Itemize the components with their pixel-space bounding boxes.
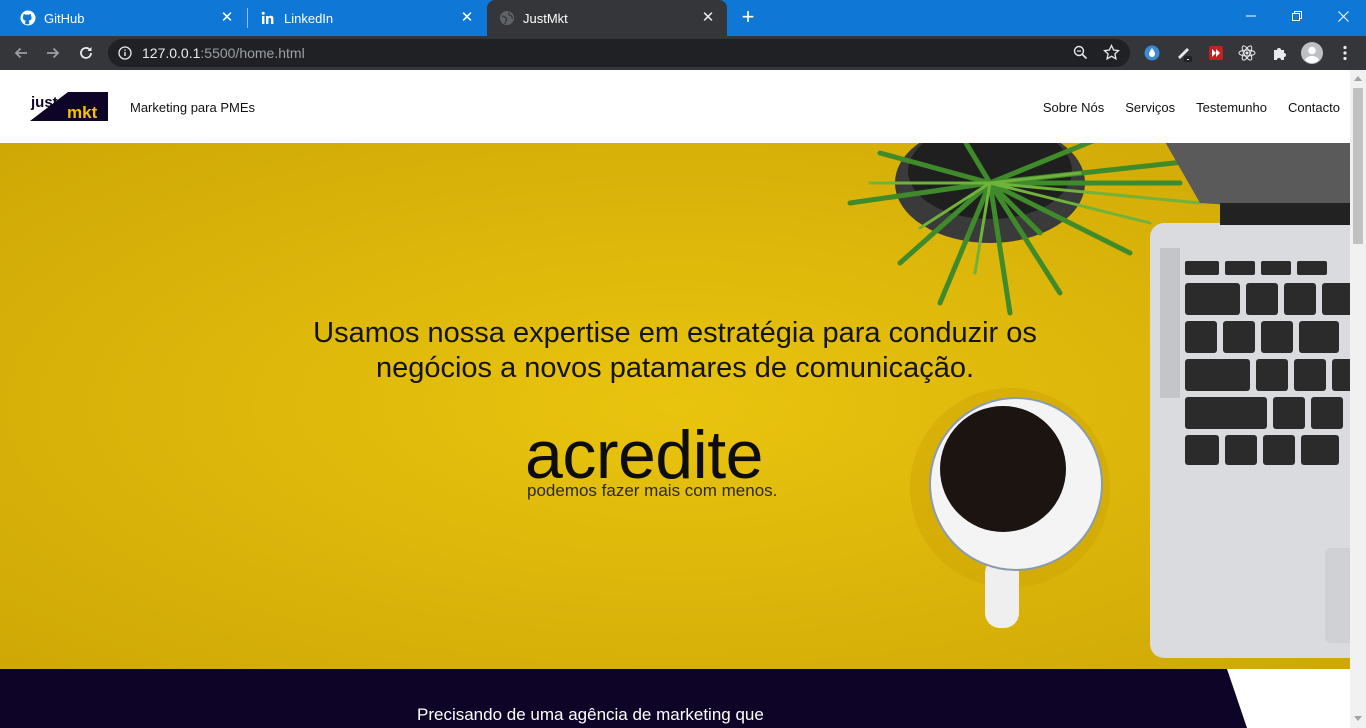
cta-text: Precisando de uma agência de marketing q… (417, 705, 764, 724)
url-text: 127.0.0.1:5500/home.html (142, 45, 305, 61)
nav-link-testemunho[interactable]: Testemunho (1196, 100, 1267, 115)
react-devtools-icon[interactable] (1238, 44, 1256, 62)
reload-icon[interactable] (73, 40, 99, 66)
site-header: just mkt Marketing para PMEs Sobre Nós S… (0, 70, 1350, 143)
close-tab-icon[interactable]: ✕ (218, 9, 236, 27)
cta-white-wedge (1227, 669, 1350, 728)
cta-section: Precisando de uma agência de marketing q… (0, 669, 1350, 728)
back-arrow-icon[interactable] (8, 40, 34, 66)
justmkt-logo[interactable]: just mkt (30, 92, 108, 122)
scroll-up-arrow-icon[interactable] (1354, 76, 1362, 81)
main-nav: Sobre Nós Serviços Testemunho Contacto (1043, 100, 1340, 115)
page-scrollbar[interactable] (1350, 70, 1366, 728)
tab-justmkt[interactable]: JustMkt ✕ (487, 0, 727, 36)
hero-background-image (0, 143, 1350, 669)
nav-link-sobre-nos[interactable]: Sobre Nós (1043, 100, 1104, 115)
extension-drop-icon[interactable] (1143, 44, 1161, 62)
extension-red-icon[interactable] (1207, 44, 1225, 62)
url-path: :5500/home.html (200, 45, 305, 61)
linkedin-icon (260, 10, 276, 26)
bookmark-star-icon[interactable] (1103, 43, 1120, 66)
hero-headline: Usamos nossa expertise em estratégia par… (0, 316, 1350, 386)
new-tab-button[interactable]: + (736, 6, 760, 30)
minimize-button[interactable] (1228, 0, 1274, 32)
hero-section: Usamos nossa expertise em estratégia par… (0, 143, 1350, 669)
scrollbar-thumb[interactable] (1353, 88, 1363, 244)
url-host: 127.0.0.1 (142, 45, 201, 61)
site-info-icon[interactable] (118, 46, 132, 65)
logo-word-mkt: mkt (67, 103, 98, 121)
page-viewport: just mkt Marketing para PMEs Sobre Nós S… (0, 70, 1350, 728)
globe-icon (499, 10, 515, 26)
hero-headline-line2: negócios a novos patamares de comunicaçã… (375, 352, 975, 384)
hero-headline-line1: Usamos nossa expertise em estratégia par… (313, 317, 1037, 349)
browser-tab-strip: GitHub ✕ LinkedIn ✕ JustMkt ✕ + (0, 0, 1366, 36)
browser-menu-icon[interactable] (1336, 44, 1354, 62)
zoom-icon[interactable] (1073, 45, 1088, 65)
scroll-down-arrow-icon[interactable] (1354, 716, 1362, 721)
tab-title: JustMkt (523, 10, 568, 26)
tab-title: LinkedIn (284, 10, 334, 26)
tab-title: GitHub (44, 10, 85, 26)
tab-github[interactable]: GitHub ✕ (0, 0, 246, 36)
site-tagline: Marketing para PMEs (130, 100, 255, 115)
extension-pen-icon[interactable] (1175, 44, 1193, 62)
restore-button[interactable] (1274, 0, 1320, 32)
close-window-button[interactable] (1320, 0, 1366, 32)
hero-subtext: podemos fazer mais com menos. (527, 481, 778, 500)
close-tab-icon[interactable]: ✕ (458, 9, 476, 27)
forward-arrow-icon[interactable] (40, 40, 66, 66)
github-icon (20, 10, 36, 26)
profile-avatar-icon[interactable] (1300, 41, 1324, 65)
browser-toolbar: 127.0.0.1:5500/home.html (0, 36, 1366, 70)
nav-link-contacto[interactable]: Contacto (1288, 100, 1340, 115)
extensions-puzzle-icon[interactable] (1271, 44, 1289, 62)
logo-word-just: just (30, 94, 58, 111)
close-tab-icon[interactable]: ✕ (699, 9, 717, 27)
address-bar[interactable]: 127.0.0.1:5500/home.html (108, 39, 1130, 67)
nav-link-servicos[interactable]: Serviços (1125, 100, 1175, 115)
tab-linkedin[interactable]: LinkedIn ✕ (248, 0, 486, 36)
